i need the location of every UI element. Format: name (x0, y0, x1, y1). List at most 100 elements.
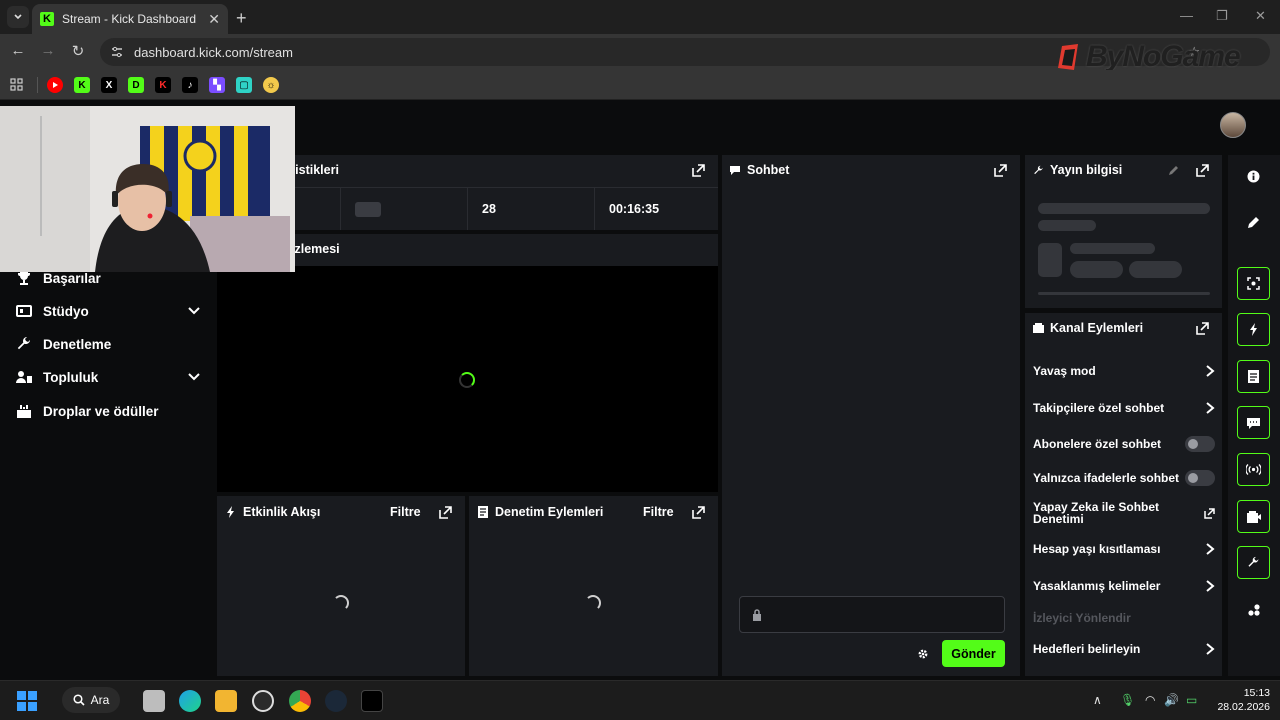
action-label: Hesap yaşı kısıtlaması (1033, 542, 1161, 556)
action-set-goals[interactable]: Hedefleri belirleyin (1033, 642, 1215, 656)
browser-tabstrip: K Stream - Kick Dashboard ✕ + — ❐ ✕ (0, 0, 1280, 34)
document-icon (1248, 370, 1259, 383)
mod-actions-filter-button[interactable]: Filtre (643, 505, 674, 519)
notes-button[interactable] (1237, 360, 1270, 393)
stats-title: tistikleri (291, 163, 339, 177)
obs-icon[interactable] (252, 690, 274, 712)
sidebar-item-studio[interactable]: Stüdyo (16, 303, 201, 319)
watermark-logo: ByNoGame (1056, 40, 1241, 74)
loading-spinner (459, 372, 475, 388)
action-emotes-only: Yalnızca ifadelerle sohbet (1033, 470, 1215, 486)
action-account-age[interactable]: Hesap yaşı kısıtlaması (1033, 542, 1215, 556)
start-button[interactable] (16, 690, 38, 712)
action-followers-only[interactable]: Takipçilere özel sohbet (1033, 401, 1215, 415)
sun-icon[interactable]: ☼ (263, 77, 279, 93)
skeleton-line (1038, 203, 1210, 214)
screenshot-icon (1247, 277, 1260, 290)
action-banned-words[interactable]: Yasaklanmış kelimeler (1033, 579, 1215, 593)
battery-icon[interactable]: ▭ (1186, 693, 1197, 707)
volume-icon[interactable]: 🔊 (1164, 693, 1179, 707)
subscribers-only-toggle[interactable] (1185, 436, 1215, 452)
more-widgets-button[interactable] (1237, 593, 1270, 626)
mod-actions-panel (469, 496, 718, 676)
youtube-icon[interactable] (47, 77, 63, 93)
task-view-icon[interactable] (143, 690, 165, 712)
gear-icon[interactable] (917, 648, 929, 660)
action-label: Yasaklanmış kelimeler (1033, 579, 1161, 593)
new-tab-button[interactable]: + (236, 8, 247, 29)
chat-message-input[interactable] (739, 596, 1005, 633)
lightning-icon (1249, 323, 1257, 336)
search-icon (73, 694, 85, 706)
moderation-button[interactable] (1237, 546, 1270, 579)
action-slow-mode[interactable]: Yavaş mod (1033, 364, 1215, 378)
chat-bookmark-icon[interactable]: ▢ (236, 77, 252, 93)
sidebar-item-drops[interactable]: Droplar ve ödüller (16, 403, 201, 419)
edit-button[interactable] (1237, 206, 1270, 239)
kick-icon[interactable]: K (74, 77, 90, 93)
popout-icon[interactable] (692, 506, 705, 519)
file-explorer-icon[interactable] (215, 690, 237, 712)
preview-title: izlemesi (291, 242, 340, 256)
loading-spinner (333, 595, 349, 611)
stat-duration: 00:16:35 (594, 188, 718, 230)
close-window-button[interactable]: ✕ (1255, 8, 1266, 24)
site-settings-icon[interactable] (110, 45, 124, 59)
emotes-only-toggle[interactable] (1185, 470, 1215, 486)
app-icon[interactable] (361, 690, 383, 712)
steam-icon[interactable] (325, 690, 347, 712)
tiktok-icon[interactable]: ♪ (182, 77, 198, 93)
sidebar-item-moderation[interactable]: Denetleme (16, 336, 201, 352)
twitch-icon[interactable]: ▚ (209, 77, 225, 93)
stream-info-title: Yayın bilgisi (1050, 163, 1123, 177)
chevron-down-icon[interactable] (187, 370, 201, 384)
taskbar-clock[interactable]: 15:13 28.02.2026 (1217, 686, 1270, 714)
close-tab-icon[interactable]: ✕ (208, 11, 220, 28)
chat-button[interactable] (1237, 406, 1270, 439)
action-ai-moderation[interactable]: Yapay Zeka ile Sohbet Denetimi (1033, 501, 1215, 525)
loading-spinner (585, 595, 601, 611)
popout-icon[interactable] (1196, 164, 1209, 177)
chevron-down-icon[interactable] (187, 304, 201, 318)
popout-icon[interactable] (1196, 322, 1209, 335)
wifi-icon[interactable]: ◠ (1145, 693, 1155, 707)
browser-tab-active[interactable]: K Stream - Kick Dashboard ✕ (32, 4, 228, 34)
popout-icon[interactable] (692, 164, 705, 177)
edit-pencil-icon[interactable] (1168, 165, 1179, 176)
taskbar-search[interactable]: Ara (62, 687, 120, 713)
edge-icon[interactable] (179, 690, 201, 712)
lightning-icon (227, 506, 234, 518)
channel-actions-title: Kanal Eylemleri (1050, 321, 1144, 335)
d-icon[interactable]: D (128, 77, 144, 93)
kick-red-icon[interactable]: K (155, 77, 171, 93)
maximize-button[interactable]: ❐ (1216, 8, 1228, 24)
tray-overflow-icon[interactable]: ∧ (1093, 693, 1102, 707)
channel-button[interactable] (1237, 500, 1270, 533)
clip-button[interactable] (1237, 267, 1270, 300)
chevron-right-icon (1206, 643, 1215, 655)
sidebar-item-label: Stüdyo (43, 303, 89, 319)
back-button[interactable]: ← (8, 42, 28, 59)
minimize-button[interactable]: — (1180, 8, 1193, 23)
sidebar-item-achievements[interactable]: Başarılar (16, 270, 201, 286)
avatar[interactable] (1220, 112, 1246, 138)
bookmarks-bar: K X D K ♪ ▚ ▢ ☼ (0, 70, 1280, 100)
send-button[interactable]: Gönder (942, 640, 1005, 667)
tab-search-button[interactable] (7, 6, 29, 28)
popout-icon[interactable] (439, 506, 452, 519)
info-button[interactable] (1237, 160, 1270, 193)
broadcast-button[interactable] (1237, 453, 1270, 486)
activity-filter-button[interactable]: Filtre (390, 505, 421, 519)
action-label: Yavaş mod (1033, 364, 1096, 378)
sidebar-item-community[interactable]: Topluluk (16, 369, 201, 385)
apps-grid-icon[interactable] (10, 78, 23, 91)
action-label: Yapay Zeka ile Sohbet Denetimi (1033, 500, 1160, 526)
lightning-button[interactable] (1237, 313, 1270, 346)
forward-button[interactable]: → (38, 42, 58, 59)
stream-info-header: Yayın bilgisi (1033, 163, 1122, 177)
reload-button[interactable]: ↻ (68, 42, 88, 60)
popout-icon[interactable] (994, 164, 1007, 177)
microphone-icon[interactable]: 🎙 (1120, 693, 1135, 707)
x-icon[interactable]: X (101, 77, 117, 93)
chrome-icon[interactable] (289, 690, 311, 712)
